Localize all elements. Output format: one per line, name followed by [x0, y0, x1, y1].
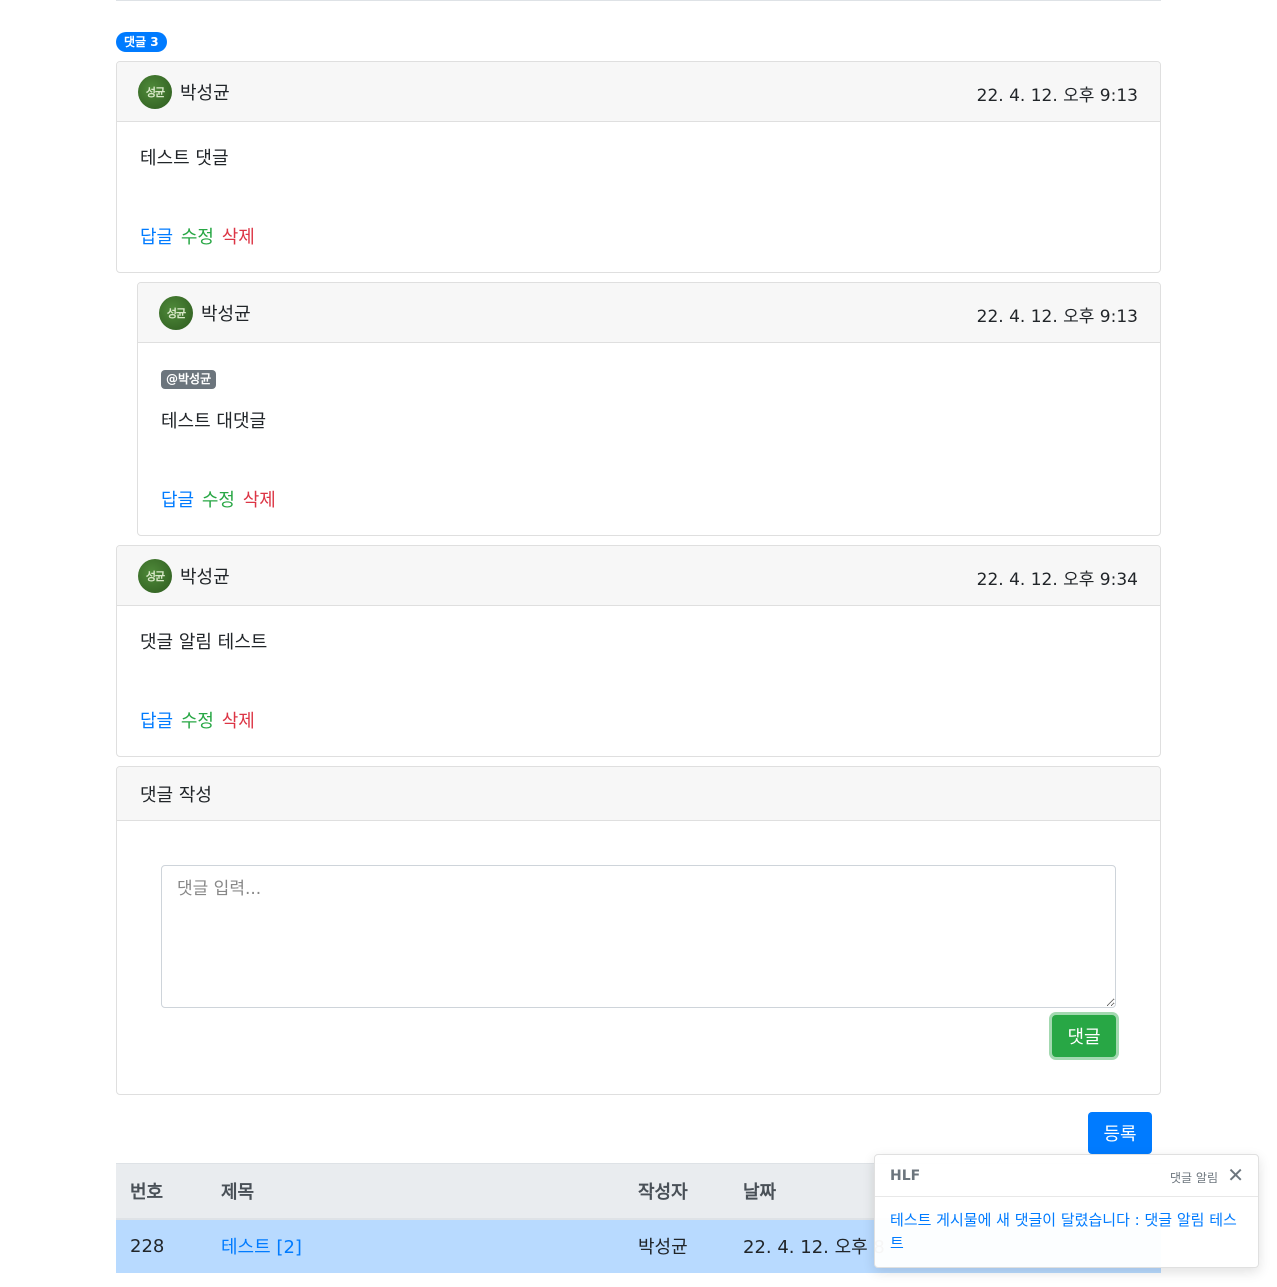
comment-submit-button[interactable]: 댓글 [1052, 1015, 1116, 1057]
comment-text: 테스트 대댓글 [161, 411, 267, 432]
reply-link[interactable]: 답글 [161, 490, 194, 511]
comment-actions: 답글 수정 삭제 [140, 707, 257, 733]
comment-count-badge: 댓글 3 [116, 32, 167, 52]
reply-link[interactable]: 답글 [140, 227, 173, 248]
comment-write-title: 댓글 작성 [140, 785, 212, 806]
comment-header: 성균 박성균 22. 4. 12. 오후 9:13 [138, 283, 1160, 343]
comment-card: 성균 박성균 22. 4. 12. 오후 9:13 테스트 댓글 답글 수정 삭… [116, 61, 1161, 273]
reply-link[interactable]: 답글 [140, 711, 173, 732]
edit-link[interactable]: 수정 [181, 711, 214, 732]
comment-write-header: 댓글 작성 [117, 767, 1160, 821]
delete-link[interactable]: 삭제 [243, 490, 276, 511]
comment-header: 성균 박성균 22. 4. 12. 오후 9:34 [117, 546, 1160, 606]
top-divider [116, 0, 1161, 1]
avatar: 성균 [138, 559, 172, 593]
toast-type: 댓글 알림 [1170, 1171, 1218, 1185]
post-comment-count: [2] [276, 1237, 302, 1258]
toast-header: HLF 댓글 알림 ✕ [875, 1155, 1258, 1197]
comment-text: 댓글 알림 테스트 [140, 632, 268, 653]
row-author: 박성균 [638, 1218, 743, 1273]
reply-comment-card: 성균 박성균 22. 4. 12. 오후 9:13 @박성균 테스트 대댓글 답… [137, 282, 1161, 536]
close-icon[interactable]: ✕ [1227, 1163, 1244, 1187]
comment-write-card: 댓글 작성 댓글 [116, 766, 1161, 1095]
register-button[interactable]: 등록 [1088, 1112, 1152, 1154]
notification-toast: HLF 댓글 알림 ✕ 테스트 게시물에 새 댓글이 달렸습니다 : 댓글 알림… [874, 1154, 1259, 1268]
edit-link[interactable]: 수정 [202, 490, 235, 511]
comment-input[interactable] [161, 865, 1116, 1008]
column-header-title: 제목 [221, 1163, 638, 1220]
comment-header: 성균 박성균 22. 4. 12. 오후 9:13 [117, 62, 1160, 122]
mention-badge[interactable]: @박성균 [161, 370, 217, 389]
delete-link[interactable]: 삭제 [222, 227, 255, 248]
comment-actions: 답글 수정 삭제 [140, 223, 257, 249]
comment-author: 박성균 [180, 83, 230, 104]
avatar: 성균 [138, 75, 172, 109]
post-title-link[interactable]: 테스트 [221, 1237, 271, 1258]
comment-actions: 답글 수정 삭제 [161, 486, 278, 512]
row-title-cell: 테스트 [2] [221, 1218, 638, 1273]
comment-date: 22. 4. 12. 오후 9:13 [976, 307, 1138, 327]
toast-app-name: HLF [890, 1168, 921, 1184]
delete-link[interactable]: 삭제 [222, 711, 255, 732]
comment-date: 22. 4. 12. 오후 9:34 [976, 570, 1138, 590]
row-number: 228 [116, 1218, 221, 1273]
comment-text: 테스트 댓글 [140, 148, 229, 169]
comment-author: 박성균 [180, 567, 230, 588]
edit-link[interactable]: 수정 [181, 227, 214, 248]
column-header-author: 작성자 [638, 1163, 743, 1220]
comment-date: 22. 4. 12. 오후 9:13 [976, 86, 1138, 106]
comment-card: 성균 박성균 22. 4. 12. 오후 9:34 댓글 알림 테스트 답글 수… [116, 545, 1161, 757]
column-header-number: 번호 [116, 1163, 221, 1220]
toast-message[interactable]: 테스트 게시물에 새 댓글이 달렸습니다 : 댓글 알림 테스트 [875, 1197, 1258, 1267]
comment-author: 박성균 [201, 304, 251, 325]
avatar: 성균 [159, 296, 193, 330]
